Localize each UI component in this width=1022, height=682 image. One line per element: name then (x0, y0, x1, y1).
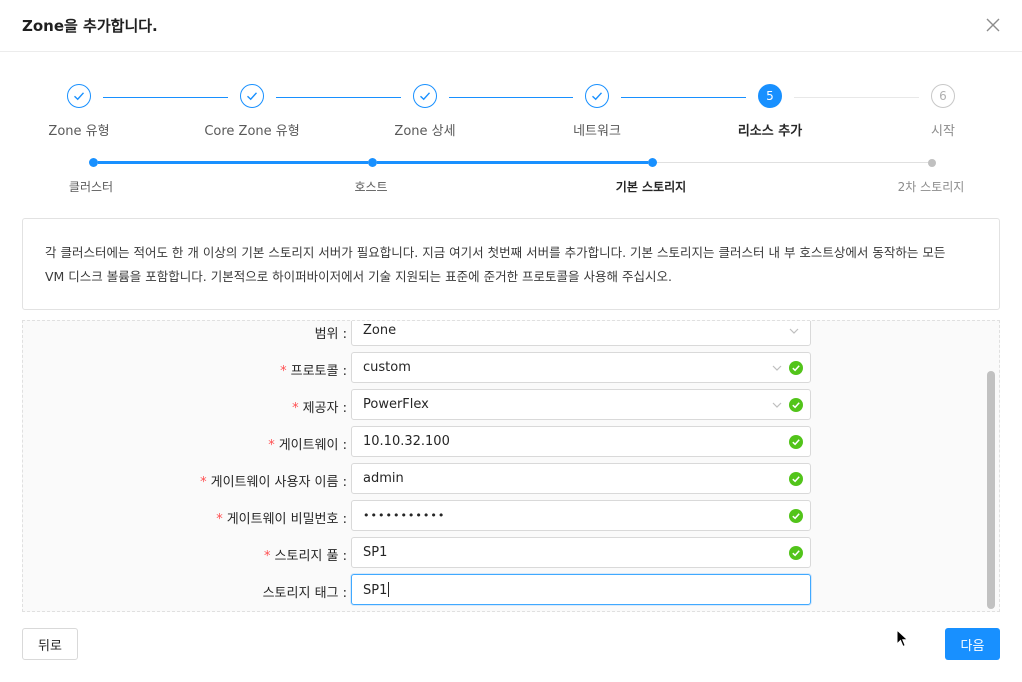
field-value: SP1 (363, 582, 390, 598)
step-label-zone-details: Zone 상세 (394, 124, 456, 139)
mouse-pointer-icon (896, 629, 909, 648)
dialog-title: Zone을 추가합니다. (22, 17, 158, 35)
step-label-core-zone-type: Core Zone 유형 (204, 124, 300, 139)
step-label-network: 네트워크 (573, 124, 621, 139)
step-1-check-icon (67, 84, 91, 108)
step-2-check-icon (240, 84, 264, 108)
check-circle-icon (789, 546, 803, 560)
field-label: * 제공자 : (292, 401, 347, 416)
substep-dot (89, 158, 98, 167)
field-label: * 게이트웨이 비밀번호 : (216, 512, 347, 527)
step-connector (276, 97, 401, 98)
substep-connector (657, 162, 928, 163)
dialog-header: Zone을 추가합니다. (0, 0, 1022, 52)
form-row-protocol: * 프로토콜 : custom (23, 352, 983, 384)
field-label: 범위 : (314, 327, 347, 342)
description-line: VM 디스크 볼륨을 포함합니다. 기본적으로 하이퍼바이저에서 기술 지원되는… (45, 269, 672, 284)
chevron-down-icon (772, 402, 782, 408)
primary-storage-form: 범위 : Zone * 프로토콜 : custom * 제공자 : PowerFle… (22, 320, 1000, 612)
substep-label-host: 호스트 (354, 180, 388, 194)
check-circle-icon (789, 509, 803, 523)
substep-dot (368, 158, 377, 167)
form-scrollbar-thumb[interactable] (987, 371, 995, 609)
back-button[interactable]: 뒤로 (22, 628, 78, 660)
storage-pool-input[interactable]: SP1 (351, 537, 811, 568)
check-circle-icon (789, 472, 803, 486)
form-row-storage-pool: * 스토리지 풀 : SP1 (23, 537, 983, 569)
form-row-storage-tags: 스토리지 태그 : SP1 (23, 574, 983, 606)
step-label-add-resources: 리소스 추가 (737, 124, 803, 139)
description-box: 각 클러스터에는 적어도 한 개 이상의 기본 스토리지 서버가 필요합니다. … (22, 218, 1000, 310)
step-label-launch: 시작 (931, 124, 955, 139)
protocol-select[interactable]: custom (351, 352, 811, 383)
chevron-down-icon (772, 365, 782, 371)
check-circle-icon (789, 435, 803, 449)
field-value: custom (363, 360, 411, 375)
field-value: ••••••••••• (363, 509, 446, 522)
form-row-provider: * 제공자 : PowerFlex (23, 389, 983, 421)
scope-select[interactable]: Zone (351, 321, 811, 346)
check-circle-icon (789, 361, 803, 375)
check-circle-icon (789, 398, 803, 412)
field-value: 10.10.32.100 (363, 434, 450, 449)
gateway-username-input[interactable]: admin (351, 463, 811, 494)
next-button[interactable]: 다음 (945, 628, 1000, 660)
substep-dot (928, 159, 936, 167)
wizard-steps: 5 6 Zone 유형 Core Zone 유형 Zone 상세 네트워크 리소… (0, 84, 1022, 144)
field-label: * 스토리지 풀 : (264, 549, 347, 564)
step-5-number: 5 (758, 84, 782, 108)
add-zone-dialog: Zone을 추가합니다. 5 6 Zone 유형 Core Zone 유형 Zo… (0, 0, 1022, 682)
chevron-down-icon (789, 328, 799, 334)
gateway-input[interactable]: 10.10.32.100 (351, 426, 811, 457)
field-value: PowerFlex (363, 397, 429, 412)
substep-connector (98, 161, 368, 164)
step-label-zone-type: Zone 유형 (48, 124, 110, 139)
close-icon[interactable] (982, 14, 1004, 36)
step-4-check-icon (585, 84, 609, 108)
field-label: * 게이트웨이 사용자 이름 : (200, 475, 347, 490)
step-connector (449, 97, 573, 98)
resource-substeps: 클러스터 호스트 기본 스토리지 2차 스토리지 (0, 156, 1022, 196)
step-3-check-icon (413, 84, 437, 108)
substep-dot (648, 158, 657, 167)
field-value: admin (363, 471, 404, 486)
step-connector (103, 97, 228, 98)
storage-tags-input[interactable]: SP1 (351, 574, 811, 605)
step-connector (794, 97, 919, 98)
form-row-gateway: * 게이트웨이 : 10.10.32.100 (23, 426, 983, 458)
substep-label-primary-storage: 기본 스토리지 (615, 180, 687, 194)
text-caret (388, 582, 390, 597)
field-value: Zone (363, 323, 397, 338)
gateway-password-input[interactable]: ••••••••••• (351, 500, 811, 531)
substep-label-secondary-storage: 2차 스토리지 (897, 180, 965, 194)
field-value: SP1 (363, 545, 388, 560)
field-label: * 게이트웨이 : (268, 438, 347, 453)
field-label: * 프로토콜 : (280, 364, 347, 379)
step-connector (621, 97, 746, 98)
substep-label-cluster: 클러스터 (68, 180, 114, 194)
field-label: 스토리지 태그 : (262, 586, 347, 601)
substep-connector (377, 161, 648, 164)
form-row-gateway-username: * 게이트웨이 사용자 이름 : admin (23, 463, 983, 495)
step-6-number: 6 (931, 84, 955, 108)
provider-select[interactable]: PowerFlex (351, 389, 811, 420)
form-row-gateway-password: * 게이트웨이 비밀번호 : ••••••••••• (23, 500, 983, 532)
form-row-scope: 범위 : Zone (23, 321, 983, 347)
description-line: 각 클러스터에는 적어도 한 개 이상의 기본 스토리지 서버가 필요합니다. … (45, 245, 946, 260)
